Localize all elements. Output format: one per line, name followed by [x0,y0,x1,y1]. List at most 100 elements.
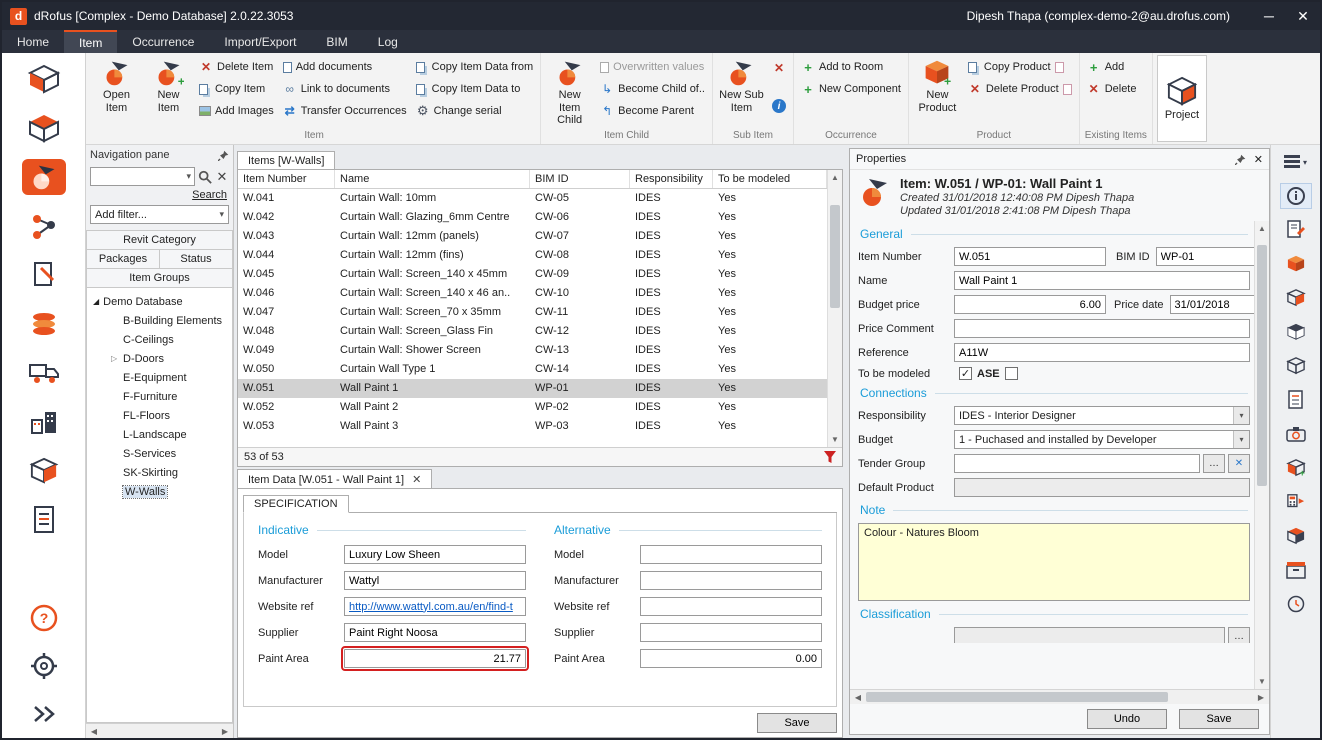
components-cube-icon[interactable] [1280,251,1312,277]
scrollbar-thumb[interactable] [830,205,840,309]
copy-item-data-from-button[interactable]: Copy Item Data from [414,58,535,76]
copy-item-button[interactable]: Copy Item [197,80,276,98]
note-textarea[interactable]: Colour - Natures Bloom [858,523,1250,601]
menu-tab[interactable]: BIM [311,30,362,53]
menu-tab[interactable]: Item [64,30,117,53]
menu-tab[interactable]: Home [2,30,64,53]
overwritten-values-button[interactable]: Overwritten values [598,58,707,76]
clear-search-icon[interactable]: ✕ [215,170,229,184]
occurrence-cube-icon[interactable] [22,110,66,146]
tree-item[interactable]: FL-Floors [87,406,232,425]
tree-item[interactable]: W-Walls [87,482,232,501]
sub-item-info-icon[interactable]: i [772,99,786,113]
tree-item[interactable]: L-Landscape [87,425,232,444]
specification-tab[interactable]: SPECIFICATION [243,495,349,513]
project-button[interactable]: Project [1157,55,1207,142]
items-tab[interactable]: Items [W-Walls] [237,151,335,169]
scroll-right-icon[interactable]: ▶ [1253,690,1269,704]
search-link[interactable]: Search [86,188,233,204]
open-item-button[interactable]: Open Item [93,55,140,121]
search-input[interactable]: ▾ [90,167,195,186]
page-icon[interactable] [1280,387,1312,413]
chevron-down-icon[interactable]: ▾ [183,171,194,182]
tree-item[interactable]: C-Ceilings [87,330,232,349]
tree-item[interactable]: F-Furniture [87,387,232,406]
table-row[interactable]: W.050 Curtain Wall Type 1 CW-14 IDES Yes [238,360,827,379]
menu-tab[interactable]: Log [363,30,413,53]
copy-product-button[interactable]: Copy Product [966,58,1074,76]
items-vertical-scrollbar[interactable]: ▲ ▼ [827,170,842,447]
expand-double-chevron-icon[interactable] [22,696,66,732]
sync-cube-icon[interactable] [1280,285,1312,311]
calculator-cube-icon[interactable] [1280,489,1312,515]
price-date-input[interactable] [1170,295,1254,314]
existing-delete-button[interactable]: ✕Delete [1085,80,1139,98]
indicative-manufacturer-input[interactable] [344,571,526,590]
change-serial-button[interactable]: ⚙Change serial [414,102,535,120]
close-panel-icon[interactable]: ✕ [1254,153,1263,166]
properties-save-button[interactable]: Save [1179,709,1259,729]
revit-category-section[interactable]: Revit Category [86,230,233,249]
budget-price-input[interactable] [954,295,1106,314]
menu-tab[interactable]: Import/Export [209,30,311,53]
help-icon[interactable]: ? [22,600,66,636]
items-pot-icon[interactable] [22,159,66,195]
delete-item-button[interactable]: ✕Delete Item [197,58,276,76]
indicative-website-ref-input[interactable]: http://www.wattyl.com.au/en/find-t [344,597,526,616]
scrollbar-thumb[interactable] [866,692,1168,702]
new-component-button[interactable]: +New Component [799,80,903,98]
table-row[interactable]: W.052 Wall Paint 2 WP-02 IDES Yes [238,398,827,417]
website-link[interactable]: http://www.wattyl.com.au/en/find-t [349,601,513,613]
scroll-left-icon[interactable]: ◀ [86,724,102,738]
add-to-room-button[interactable]: +Add to Room [799,58,903,76]
alternative-website-ref-input[interactable] [640,597,822,616]
rooms-cube-icon[interactable] [22,61,66,97]
column-header-to-be-modeled[interactable]: To be modeled [713,170,827,188]
model-cube-icon[interactable] [1280,319,1312,345]
minimize-button[interactable]: ─ [1252,2,1286,30]
scroll-right-icon[interactable]: ▶ [217,724,233,738]
table-row[interactable]: W.045 Curtain Wall: Screen_140 x 45mm CW… [238,265,827,284]
item-data-tab[interactable]: Item Data [W.051 - Wall Paint 1] ✕ [237,469,432,488]
tender-group-input[interactable] [954,454,1200,473]
table-row[interactable]: W.051 Wall Paint 1 WP-01 IDES Yes [238,379,827,398]
report-document-icon[interactable] [22,502,66,538]
default-product-input[interactable] [954,478,1250,497]
expanded-triangle-icon[interactable]: ◢ [93,297,99,306]
add-images-button[interactable]: Add Images [197,102,276,120]
item-data-save-button[interactable]: Save [757,713,837,733]
packages-section[interactable]: Packages [86,249,160,268]
responsibility-dropdown[interactable]: IDES - Interior Designer▾ [954,406,1250,425]
delete-product-button[interactable]: ✕Delete Product [966,80,1074,98]
paperclip-documents-icon[interactable] [22,257,66,293]
table-row[interactable]: W.053 Wall Paint 3 WP-03 IDES Yes [238,417,827,436]
column-header-responsibility[interactable]: Responsibility [630,170,713,188]
table-row[interactable]: W.042 Curtain Wall: Glazing_6mm Centre C… [238,208,827,227]
view-selector-icon[interactable]: ▾ [1280,149,1312,175]
status-section[interactable]: Status [160,249,233,268]
column-header-bim-id[interactable]: BIM ID [530,170,630,188]
classification-browse-button[interactable]: … [1228,627,1250,643]
price-comment-input[interactable] [954,319,1250,338]
new-sub-item-button[interactable]: New Sub Item [718,55,765,121]
existing-add-button[interactable]: +Add [1085,58,1139,76]
package-box-icon[interactable] [22,453,66,489]
filter-indicator-icon[interactable] [824,451,836,464]
table-row[interactable]: W.046 Curtain Wall: Screen_140 x 46 an..… [238,284,827,303]
scroll-up-icon[interactable]: ▲ [828,170,842,185]
add-filter-dropdown[interactable]: Add filter... ▾ [90,205,229,224]
to-be-modeled-checkbox[interactable]: ✓ [959,367,972,380]
tree-item[interactable]: D-Doors [87,349,232,368]
link-cube-icon[interactable] [1280,523,1312,549]
archive-box-icon[interactable] [1280,557,1312,583]
tree-item[interactable]: SK-Skirting [87,463,232,482]
nav-horizontal-scrollbar[interactable]: ◀ ▶ [86,723,233,738]
table-row[interactable]: W.049 Curtain Wall: Shower Screen CW-13 … [238,341,827,360]
indicative-supplier-input[interactable] [344,623,526,642]
table-row[interactable]: W.044 Curtain Wall: 12mm (fins) CW-08 ID… [238,246,827,265]
outline-cube-icon[interactable] [1280,353,1312,379]
table-row[interactable]: W.043 Curtain Wall: 12mm (panels) CW-07 … [238,227,827,246]
table-row[interactable]: W.048 Curtain Wall: Screen_Glass Fin CW-… [238,322,827,341]
coins-stack-icon[interactable] [22,306,66,342]
scroll-down-icon[interactable]: ▼ [828,432,842,447]
